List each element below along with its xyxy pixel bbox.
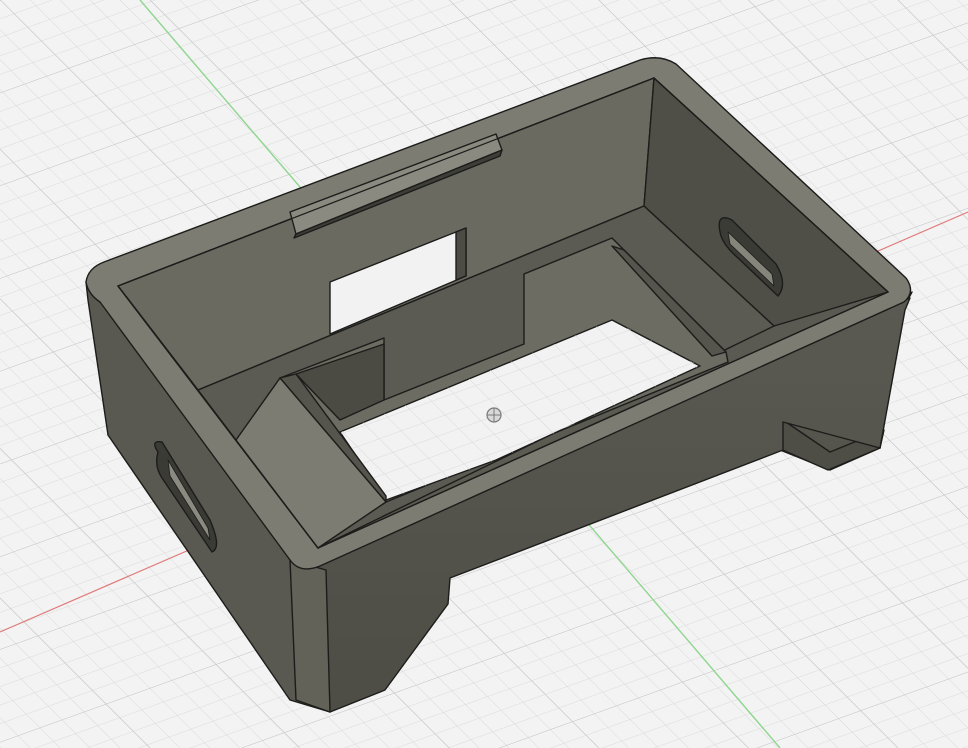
3d-scene[interactable] xyxy=(0,0,968,748)
back-wall-cutout-side xyxy=(455,227,467,281)
cad-viewport[interactable] xyxy=(0,0,968,748)
front-left-corner-edge xyxy=(289,559,331,713)
origin-marker-icon[interactable] xyxy=(486,407,502,423)
